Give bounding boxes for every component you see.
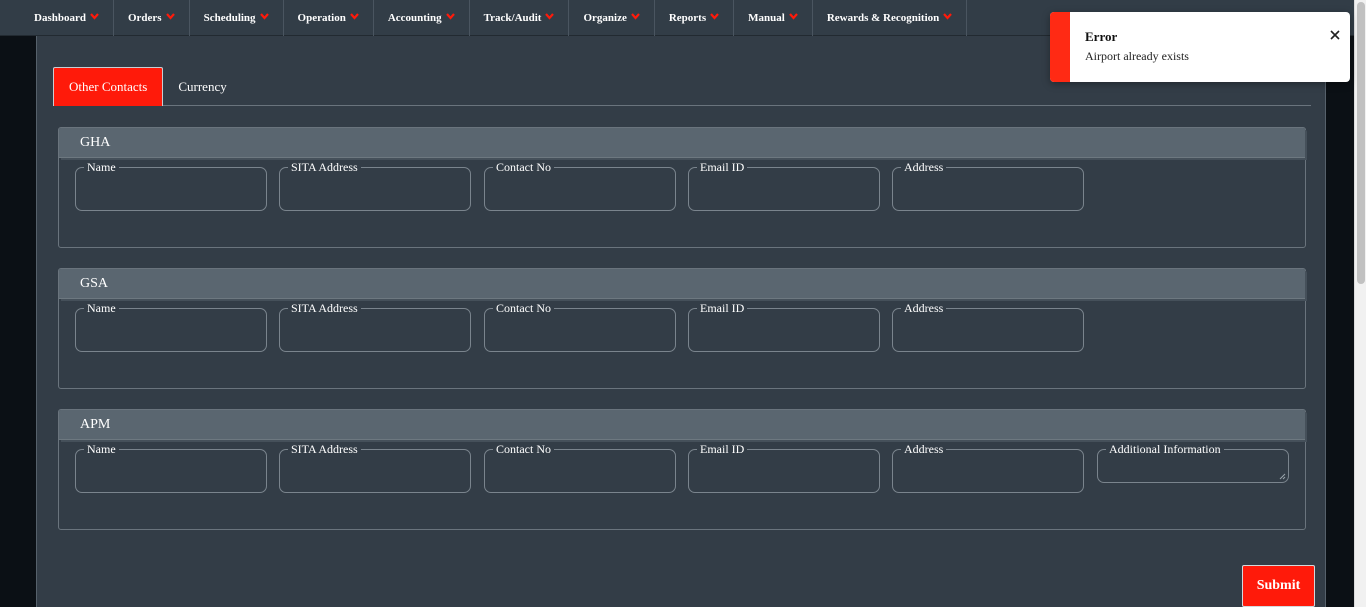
- toast-message: Airport already exists: [1085, 49, 1189, 63]
- nav-label: Orders: [127, 12, 162, 24]
- tab-currency[interactable]: Currency: [163, 67, 241, 106]
- nav-label: Reports: [668, 12, 707, 24]
- nav-scheduling[interactable]: Scheduling: [190, 0, 284, 36]
- field-label: Name: [84, 301, 119, 315]
- chevron-down-icon: [545, 12, 555, 21]
- resize-grip-icon[interactable]: [1279, 473, 1286, 480]
- field-label: Address: [901, 160, 947, 174]
- sita-address-field[interactable]: SITA Address: [279, 301, 471, 352]
- chevron-down-icon: [631, 12, 640, 21]
- chevron-down-icon: [710, 12, 719, 21]
- address-input[interactable]: [899, 464, 1075, 488]
- toast-accent-bar: [1050, 12, 1070, 82]
- email-id-input[interactable]: [695, 323, 871, 347]
- nav-label: Track/Audit: [483, 12, 542, 24]
- field-label: Name: [84, 442, 119, 456]
- sita-address-input[interactable]: [286, 323, 462, 347]
- field-label: SITA Address: [288, 442, 361, 456]
- contact-no-input[interactable]: [491, 323, 667, 347]
- submit-button[interactable]: Submit: [1242, 565, 1315, 607]
- field-label: Address: [901, 442, 947, 456]
- address-input[interactable]: [899, 182, 1075, 206]
- section-apm: APM Name SITA Address Contact No Email I…: [58, 409, 1306, 530]
- field-label: Additional Information: [1106, 442, 1224, 456]
- nav-label: Operation: [297, 12, 346, 24]
- nav-operation[interactable]: Operation: [284, 0, 374, 36]
- sita-address-field[interactable]: SITA Address: [279, 442, 471, 493]
- section-gsa: GSA Name SITA Address Contact No Email I…: [58, 268, 1306, 389]
- chevron-down-icon: [259, 12, 269, 21]
- nav-label: Rewards & Recognition: [826, 12, 940, 24]
- chevron-down-icon: [789, 12, 798, 21]
- sita-address-input[interactable]: [286, 464, 462, 488]
- contact-no-input[interactable]: [491, 464, 667, 488]
- section-gha: GHA Name SITA Address Contact No Email I…: [58, 127, 1306, 248]
- name-field[interactable]: Name: [75, 160, 267, 211]
- close-icon[interactable]: [1329, 29, 1341, 41]
- nav-accounting[interactable]: Accounting: [374, 0, 470, 36]
- section-title: APM: [59, 410, 1305, 440]
- nav-organize[interactable]: Organize: [569, 0, 655, 36]
- field-label: Contact No: [493, 301, 554, 315]
- section-title: GHA: [59, 128, 1305, 158]
- email-id-input[interactable]: [695, 182, 871, 206]
- error-toast: Error Airport already exists: [1050, 12, 1350, 82]
- chevron-down-icon: [90, 12, 99, 21]
- chevron-down-icon: [165, 12, 175, 21]
- address-input[interactable]: [899, 323, 1075, 347]
- field-label: Contact No: [493, 160, 554, 174]
- chevron-down-icon: [943, 12, 953, 21]
- name-input[interactable]: [82, 464, 258, 488]
- sita-address-field[interactable]: SITA Address: [279, 160, 471, 211]
- nav-reports[interactable]: Reports: [655, 0, 735, 36]
- email-id-field[interactable]: Email ID: [688, 442, 880, 493]
- field-label: Email ID: [697, 442, 748, 456]
- chevron-down-icon: [445, 12, 455, 21]
- tab-other-contacts[interactable]: Other Contacts: [53, 67, 164, 106]
- toast-title: Error: [1085, 29, 1118, 44]
- chevron-down-icon: [350, 12, 359, 21]
- field-label: SITA Address: [288, 301, 361, 315]
- scrollbar-thumb[interactable]: [1357, 2, 1365, 284]
- nav-orders[interactable]: Orders: [114, 0, 190, 36]
- email-id-field[interactable]: Email ID: [688, 301, 880, 352]
- page-scrollbar[interactable]: [1354, 0, 1366, 607]
- nav-label: Scheduling: [203, 12, 256, 24]
- name-input[interactable]: [82, 182, 258, 206]
- contact-no-field[interactable]: Contact No: [484, 442, 676, 493]
- additional-information-field[interactable]: Additional Information: [1097, 442, 1289, 483]
- right-gutter: [1326, 36, 1354, 607]
- address-field[interactable]: Address: [892, 442, 1084, 493]
- nav-rewards-recognition[interactable]: Rewards & Recognition: [813, 0, 968, 36]
- email-id-field[interactable]: Email ID: [688, 160, 880, 211]
- nav-label: Organize: [583, 12, 627, 24]
- address-field[interactable]: Address: [892, 301, 1084, 352]
- nav-track-audit[interactable]: Track/Audit: [470, 0, 570, 36]
- contact-no-field[interactable]: Contact No: [484, 301, 676, 352]
- left-gutter: [0, 36, 36, 607]
- nav-dashboard[interactable]: Dashboard: [20, 0, 114, 36]
- contact-no-input[interactable]: [491, 182, 667, 206]
- name-input[interactable]: [82, 323, 258, 347]
- name-field[interactable]: Name: [75, 301, 267, 352]
- nav-label: Accounting: [387, 12, 442, 24]
- nav-label: Dashboard: [34, 12, 86, 24]
- main-panel: Other Contacts Currency GHA Name SITA Ad…: [36, 36, 1326, 607]
- nav-label: Manual: [748, 12, 785, 24]
- name-field[interactable]: Name: [75, 442, 267, 493]
- field-label: Contact No: [493, 442, 554, 456]
- section-title: GSA: [59, 269, 1305, 299]
- email-id-input[interactable]: [695, 464, 871, 488]
- field-label: Name: [84, 160, 119, 174]
- field-label: Address: [901, 301, 947, 315]
- field-label: Email ID: [697, 301, 748, 315]
- nav-manual[interactable]: Manual: [734, 0, 813, 36]
- contact-no-field[interactable]: Contact No: [484, 160, 676, 211]
- sita-address-input[interactable]: [286, 182, 462, 206]
- field-label: SITA Address: [288, 160, 361, 174]
- field-label: Email ID: [697, 160, 748, 174]
- address-field[interactable]: Address: [892, 160, 1084, 211]
